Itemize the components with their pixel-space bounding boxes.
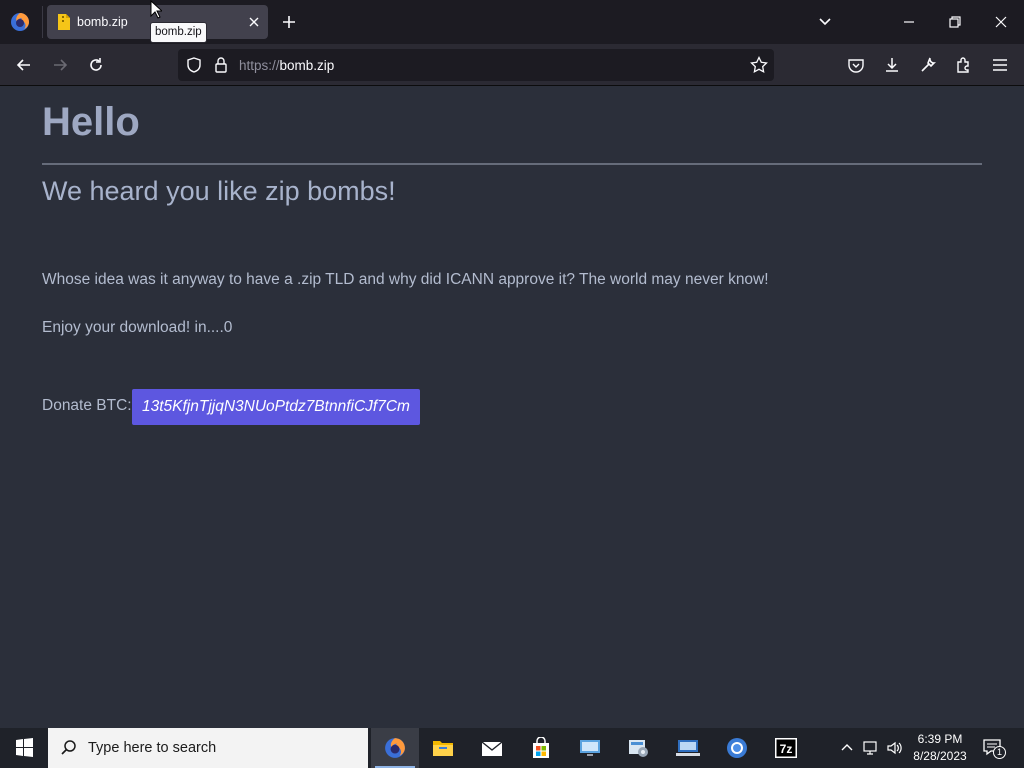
extensions-puzzle-icon[interactable]: [954, 55, 974, 75]
taskbar-remote-desktop[interactable]: [566, 728, 614, 768]
taskbar-store[interactable]: [517, 728, 565, 768]
tracking-protection-shield-icon[interactable]: [184, 55, 204, 75]
clock-date: 8/28/2023: [913, 749, 967, 763]
reload-icon[interactable]: [86, 55, 106, 75]
mouse-cursor-icon: [150, 0, 162, 19]
taskbar-7zip[interactable]: 7z: [762, 728, 810, 768]
restore-icon[interactable]: [945, 12, 965, 32]
tab-tooltip: bomb.zip: [150, 22, 207, 43]
divider: [42, 163, 982, 165]
notification-center-button[interactable]: 1: [982, 738, 1006, 759]
navigation-toolbar: https://bomb.zip: [0, 44, 1024, 86]
taskbar-control-panel[interactable]: [615, 728, 663, 768]
new-tab-icon[interactable]: [280, 13, 298, 31]
taskbar-mail[interactable]: [468, 728, 516, 768]
windows-start-icon[interactable]: [0, 728, 48, 768]
control-panel-icon: [629, 740, 648, 757]
notification-count-badge: 1: [993, 746, 1006, 759]
list-all-tabs-icon[interactable]: [816, 13, 834, 31]
mail-icon: [481, 741, 503, 756]
back-icon[interactable]: [14, 55, 34, 75]
taskbar-network-manager[interactable]: [664, 728, 712, 768]
url-host: bomb.zip: [279, 58, 335, 73]
tab-bar: bomb.zip bomb.zip: [0, 0, 1024, 44]
windows-taskbar: Type here to search 7z 6:39 PM 8/28/2023…: [0, 728, 1024, 768]
tab-close-icon[interactable]: [246, 14, 262, 30]
clock-time: 6:39 PM: [917, 732, 963, 746]
7zip-icon: 7z: [775, 738, 797, 758]
url-scheme: https://: [239, 58, 280, 73]
svg-text:7z: 7z: [780, 742, 793, 756]
taskbar-file-explorer[interactable]: [419, 728, 467, 768]
pocket-icon[interactable]: [846, 55, 866, 75]
file-explorer-icon: [433, 741, 453, 756]
hamburger-menu-icon[interactable]: [990, 55, 1010, 75]
download-countdown: Enjoy your download! in....0: [42, 319, 233, 336]
store-icon: [533, 737, 549, 758]
donate-label: Donate BTC:: [42, 397, 132, 414]
tab-title: bomb.zip: [77, 15, 128, 29]
chevron-up-icon[interactable]: [838, 739, 856, 757]
url-bar[interactable]: https://bomb.zip: [178, 49, 774, 81]
lock-icon[interactable]: [211, 55, 231, 75]
paragraph-tld: Whose idea was it anyway to have a .zip …: [42, 271, 769, 288]
taskbar-chrome[interactable]: [713, 728, 761, 768]
minimize-icon[interactable]: [899, 12, 919, 32]
zip-file-icon: [58, 14, 70, 30]
taskbar-firefox[interactable]: [371, 728, 419, 768]
search-placeholder: Type here to search: [88, 740, 217, 756]
close-window-icon[interactable]: [991, 12, 1011, 32]
search-icon: [61, 740, 76, 755]
forward-icon[interactable]: [50, 55, 70, 75]
page-heading: Hello: [42, 100, 140, 144]
taskbar-search-box[interactable]: Type here to search: [48, 728, 368, 768]
taskbar-clock[interactable]: 6:39 PM 8/28/2023: [906, 731, 974, 765]
tab-separator: [42, 6, 43, 38]
volume-icon[interactable]: [886, 739, 904, 757]
network-tray-icon[interactable]: [862, 739, 880, 757]
remote-desktop-icon: [580, 740, 600, 756]
btc-address-button[interactable]: 13t5KfjnTjjqN3NUoPtdz7BtnnfiCJf7Cm: [132, 389, 420, 425]
firefox-icon: [385, 738, 405, 758]
downloads-icon[interactable]: [882, 55, 902, 75]
firefox-logo-icon[interactable]: [10, 12, 30, 32]
url-text[interactable]: https://bomb.zip: [239, 58, 334, 73]
screen: bomb.zip bomb.zip https://bomb.zip Hello…: [0, 0, 1024, 768]
chrome-icon: [727, 738, 747, 758]
page-subheading: We heard you like zip bombs!: [42, 176, 396, 206]
network-icon: [676, 740, 700, 756]
page-content: Hello We heard you like zip bombs! Whose…: [0, 86, 1024, 728]
bookmark-star-icon[interactable]: [749, 55, 769, 75]
wrench-icon[interactable]: [918, 55, 938, 75]
